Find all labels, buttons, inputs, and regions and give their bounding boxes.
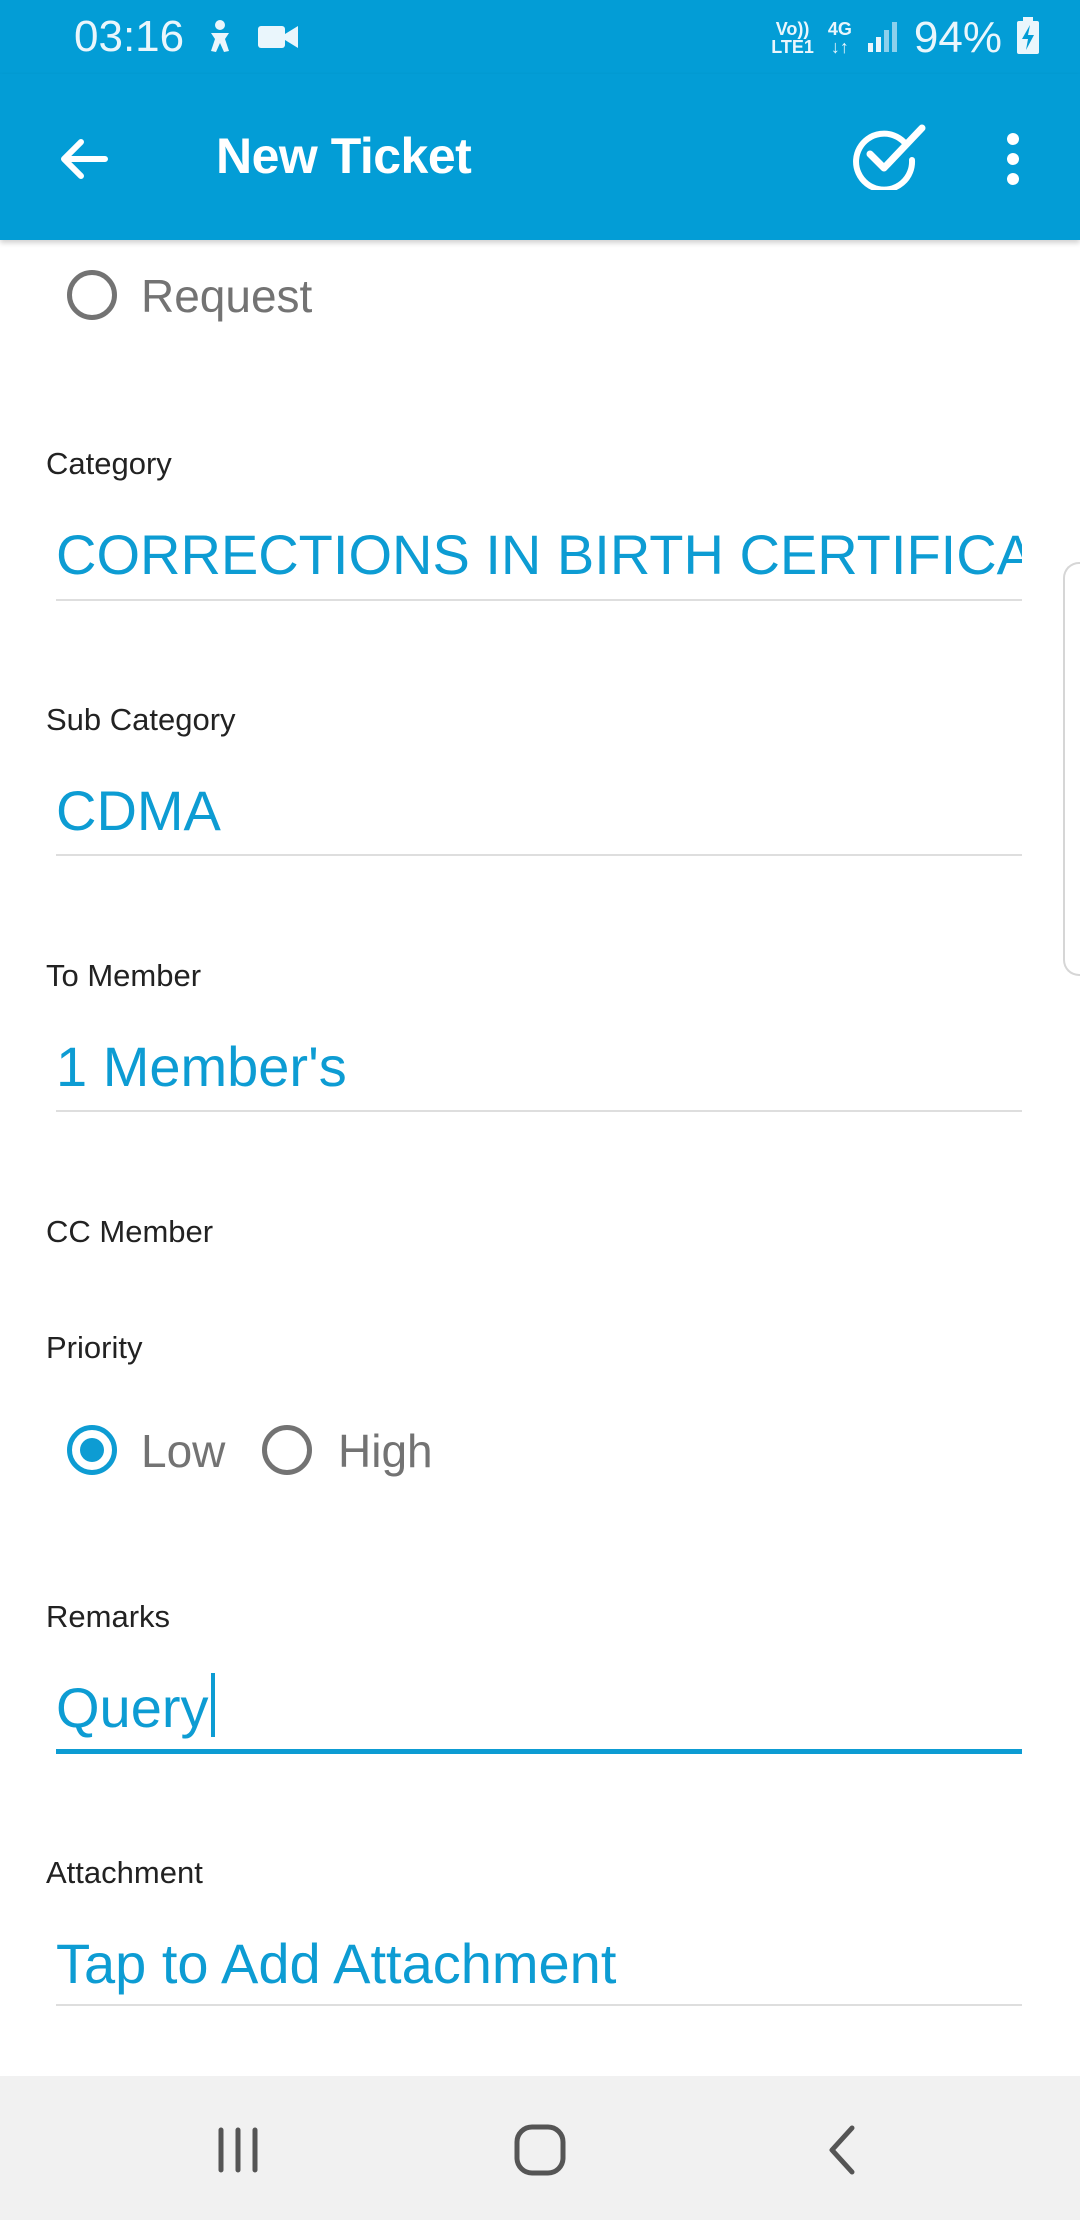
accessibility-icon xyxy=(205,19,237,60)
radio-priority-high-label[interactable]: High xyxy=(338,1423,433,1479)
priority-label: Priority xyxy=(46,1330,143,1365)
radio-request[interactable] xyxy=(67,270,117,320)
home-icon xyxy=(514,2124,566,2176)
volte-label: Vo)) xyxy=(775,19,810,39)
remarks-underline xyxy=(56,1749,1022,1754)
status-system-icons: Vo)) LTE1 4G ↓↑ 94% xyxy=(771,10,1040,66)
volte-indicator: Vo)) LTE1 xyxy=(771,20,814,56)
radio-priority-high[interactable] xyxy=(262,1425,312,1475)
status-bar: 03:16 Vo)) LTE1 4G ↓↑ 94% xyxy=(0,0,1080,74)
recent-apps-button[interactable] xyxy=(193,2108,283,2192)
to-member-field[interactable]: 1 Member's xyxy=(56,1032,1022,1102)
to-member-label: To Member xyxy=(46,958,202,993)
cc-member-label[interactable]: CC Member xyxy=(46,1212,213,1252)
recent-apps-icon xyxy=(218,2127,258,2173)
back-icon xyxy=(829,2125,855,2175)
radio-request-label[interactable]: Request xyxy=(141,268,312,324)
system-nav-bar xyxy=(0,2076,1080,2220)
add-attachment-field[interactable]: Tap to Add Attachment xyxy=(56,1929,1022,1999)
attachment-underline xyxy=(56,2004,1022,2006)
remarks-input-text: Query xyxy=(56,1676,209,1739)
app-bar: New Ticket xyxy=(0,74,1080,240)
more-vert-icon xyxy=(1007,133,1019,185)
attachment-label: Attachment xyxy=(46,1855,203,1890)
data-type-label: 4G xyxy=(827,19,852,39)
battery-charging-icon xyxy=(1016,16,1040,60)
save-ticket-button[interactable] xyxy=(845,112,935,202)
text-cursor xyxy=(210,1673,215,1737)
remarks-input[interactable]: Query xyxy=(56,1673,1022,1743)
back-button[interactable] xyxy=(40,116,126,202)
check-circle-icon xyxy=(853,124,926,190)
sub-category-underline xyxy=(56,854,1022,856)
home-button[interactable] xyxy=(495,2108,585,2192)
data-indicator: 4G ↓↑ xyxy=(828,20,852,56)
arrow-back-icon xyxy=(61,139,108,179)
radio-priority-low-label[interactable]: Low xyxy=(141,1423,225,1479)
scroll-indicator[interactable] xyxy=(1063,562,1080,976)
page-title: New Ticket xyxy=(216,128,472,184)
category-label: Category xyxy=(46,446,172,481)
more-options-button[interactable] xyxy=(980,116,1046,202)
to-member-underline xyxy=(56,1110,1022,1112)
battery-percent: 94% xyxy=(913,13,1002,62)
category-field[interactable]: CORRECTIONS IN BIRTH CERTIFICATE xyxy=(56,520,1022,590)
status-time: 03:16 xyxy=(74,12,185,61)
lte-label: LTE1 xyxy=(771,37,814,57)
video-camera-icon xyxy=(257,22,299,57)
signal-icon xyxy=(866,19,900,58)
sub-category-label: Sub Category xyxy=(46,702,236,737)
category-underline xyxy=(56,599,1022,601)
radio-priority-low[interactable] xyxy=(67,1425,117,1475)
data-arrows-icon: ↓↑ xyxy=(830,37,849,57)
status-notification-icons xyxy=(205,14,299,64)
nav-back-button[interactable] xyxy=(797,2108,887,2192)
remarks-label: Remarks xyxy=(46,1599,171,1634)
ticket-form: Request Category CORRECTIONS IN BIRTH CE… xyxy=(0,240,1080,2076)
sub-category-field[interactable]: CDMA xyxy=(56,776,1022,846)
